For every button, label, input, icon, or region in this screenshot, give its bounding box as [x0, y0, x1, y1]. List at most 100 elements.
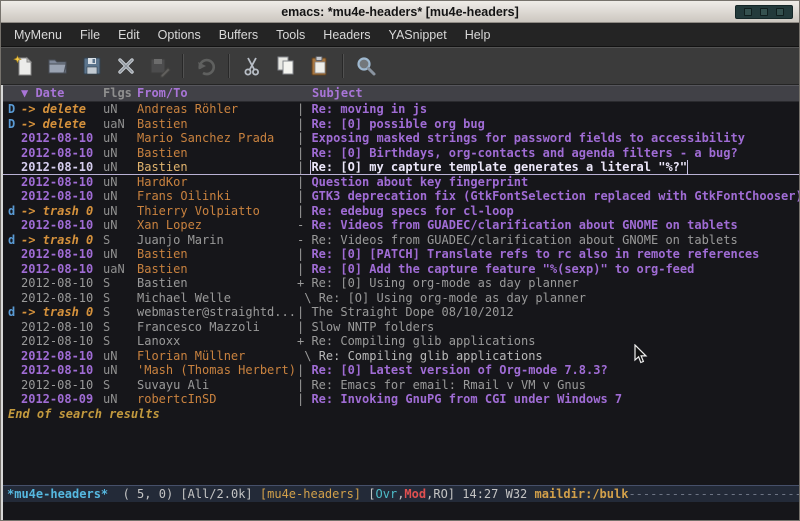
close-buffer-button[interactable] [110, 51, 142, 81]
thread-indicator: | [297, 247, 311, 262]
menu-item-headers[interactable]: Headers [314, 25, 379, 45]
menu-item-tools[interactable]: Tools [267, 25, 314, 45]
date-cell: 2012-08-10 [3, 131, 103, 146]
thread-indicator: | [297, 175, 311, 190]
message-row[interactable]: 2012-08-10SLanoxx+ Re: Compiling glib ap… [3, 334, 799, 349]
date-cell: 2012-08-10 [3, 247, 103, 262]
subject-cell: | GTK3 deprecation fix (GtkFontSelection… [297, 189, 799, 204]
date-cell: D-> delete [3, 117, 103, 132]
date-cell: 2012-08-10 [3, 276, 103, 291]
message-row[interactable]: D-> deleteuNAndreas Röhler| Re: moving i… [3, 102, 799, 117]
open-folder-button[interactable] [42, 51, 74, 81]
flags-cell: uaN [103, 117, 137, 132]
message-row[interactable]: 2012-08-10uNHardKor| Question about key … [3, 175, 799, 190]
menu-item-help[interactable]: Help [456, 25, 500, 45]
open-folder-icon [46, 54, 70, 78]
modeline-segment-plain: ( 5, 0) [115, 487, 180, 501]
message-row[interactable]: 2012-08-10uNBastien| Re: [0] Birthdays, … [3, 146, 799, 161]
flags-cell: uN [103, 392, 137, 407]
subject-cell: | Re: [0] Birthdays, org-contacts and ag… [297, 146, 799, 161]
thread-indicator: | [297, 102, 311, 117]
message-row[interactable]: 2012-08-10SFrancesco Mazzoli| Slow NNTP … [3, 320, 799, 335]
flags-cell: uN [103, 175, 137, 190]
subject-text: Exposing masked strings for password fie… [311, 131, 744, 146]
date-cell: 2012-08-10 [3, 160, 103, 175]
paste-button[interactable] [304, 51, 336, 81]
message-row[interactable]: 2012-08-10uN'Mash (Thomas Herbert)| Re: … [3, 363, 799, 378]
date-text: 2012-08-10 [21, 262, 93, 277]
save-button[interactable] [76, 51, 108, 81]
echo-area[interactable] [3, 502, 799, 520]
mark-flag [8, 378, 21, 393]
flags-cell: uaN [103, 262, 137, 277]
save-as-button[interactable] [144, 51, 176, 81]
message-row[interactable]: 2012-08-10SBastien+ Re: [0] Using org-mo… [3, 276, 799, 291]
cut-button[interactable] [236, 51, 268, 81]
message-row[interactable]: 2012-08-09uNrobertcInSD| Re: Invoking Gn… [3, 392, 799, 407]
subject-text: Re: [0] Using org-mode as day planner [311, 276, 578, 291]
message-row[interactable]: 2012-08-10uNBastien| Re: [O] my capture … [3, 160, 799, 175]
menu-item-file[interactable]: File [71, 25, 109, 45]
paste-icon [308, 54, 332, 78]
copy-button[interactable] [270, 51, 302, 81]
modeline-segment-buffer: *mu4e-headers* [7, 487, 115, 501]
message-row[interactable]: D-> deleteuaNBastien| Re: [0] possible o… [3, 117, 799, 132]
message-row[interactable]: d-> trash 0SJuanjo Marin- Re: Videos fro… [3, 233, 799, 248]
message-row[interactable]: 2012-08-10uNFrans Oilinki| GTK3 deprecat… [3, 189, 799, 204]
subject-cell: | Re: [0] Add the capture feature "%(sex… [297, 262, 799, 277]
copy-icon [274, 54, 298, 78]
subject-cell: | Re: [O] my capture template generates … [297, 160, 799, 175]
message-row[interactable]: d-> trash 0Swebmaster@straightd...| The … [3, 305, 799, 320]
menu-item-options[interactable]: Options [149, 25, 210, 45]
subject-text: Re: [0] [PATCH] Translate refs to rc als… [311, 247, 759, 262]
message-row[interactable]: d-> trash 0uNThierry Volpiatto| Re: edeb… [3, 204, 799, 219]
subject-text: Re: [0] Latest version of Org-mode 7.8.3… [311, 363, 607, 378]
menu-item-mymenu[interactable]: MyMenu [5, 25, 71, 45]
thread-indicator: | [297, 146, 311, 161]
flags-cell: S [103, 320, 137, 335]
subject-text: Re: [0] Add the capture feature "%(sexp)… [311, 262, 694, 277]
subject-text: Re: Emacs for email: Rmail v VM v Gnus [311, 378, 586, 393]
mark-flag [8, 334, 21, 349]
message-row[interactable]: 2012-08-10uNMario Sanchez Prada| Exposin… [3, 131, 799, 146]
undo-button[interactable] [190, 51, 222, 81]
column-header-date[interactable]: ▼ Date [3, 86, 103, 101]
subject-cell: - Re: Videos from GUADEC/clarification a… [297, 233, 799, 248]
menu-item-buffers[interactable]: Buffers [210, 25, 267, 45]
undo-icon [194, 54, 218, 78]
modeline-segment-plain: [ [368, 487, 375, 501]
search-button[interactable] [350, 51, 382, 81]
date-text: 2012-08-10 [21, 363, 93, 378]
column-header-line: ▼ Date Flgs From/To Subject [3, 85, 799, 102]
message-row[interactable]: 2012-08-10uaNBastien| Re: [0] Add the ca… [3, 262, 799, 277]
date-cell: 2012-08-10 [3, 349, 103, 364]
column-header-flags[interactable]: Flgs [103, 86, 137, 101]
message-row[interactable]: 2012-08-10uNBastien| Re: [0] [PATCH] Tra… [3, 247, 799, 262]
message-row[interactable]: 2012-08-10uNFlorian Müllner \ Re: Compil… [3, 349, 799, 364]
mark-flag: d [8, 204, 21, 219]
message-row[interactable]: 2012-08-10uNXan Lopez- Re: Videos from G… [3, 218, 799, 233]
from-cell: Francesco Mazzoli [137, 320, 297, 335]
thread-indicator: | [297, 392, 311, 407]
date-text: -> delete [21, 102, 86, 117]
title-bar[interactable]: emacs: *mu4e-headers* [mu4e-headers] [1, 1, 799, 23]
menu-item-edit[interactable]: Edit [109, 25, 149, 45]
subject-text: Re: [0] Birthdays, org-contacts and agen… [311, 146, 737, 161]
message-row[interactable]: 2012-08-10SMichael Welle \ Re: [O] Using… [3, 291, 799, 306]
close-button[interactable] [776, 8, 784, 16]
thread-indicator: | [297, 363, 311, 378]
date-text: 2012-08-10 [21, 175, 93, 190]
toolbar-separator [342, 54, 344, 78]
toolbar-separator [182, 54, 184, 78]
column-header-from[interactable]: From/To [137, 86, 297, 101]
mode-line[interactable]: *mu4e-headers* ( 5, 0) [All/2.0k] [mu4e-… [3, 485, 799, 502]
thread-indicator: | [297, 160, 311, 175]
menu-item-yasnippet[interactable]: YASnippet [380, 25, 456, 45]
thread-indicator: + [297, 276, 311, 291]
modeline-segment-folder: maildir:/bulk [535, 487, 629, 501]
shade-button[interactable] [744, 8, 752, 16]
column-header-subject[interactable]: Subject [297, 86, 799, 101]
message-row[interactable]: 2012-08-10SSuvayu Ali| Re: Emacs for ema… [3, 378, 799, 393]
new-file-button[interactable] [8, 51, 40, 81]
maximize-button[interactable] [760, 8, 768, 16]
